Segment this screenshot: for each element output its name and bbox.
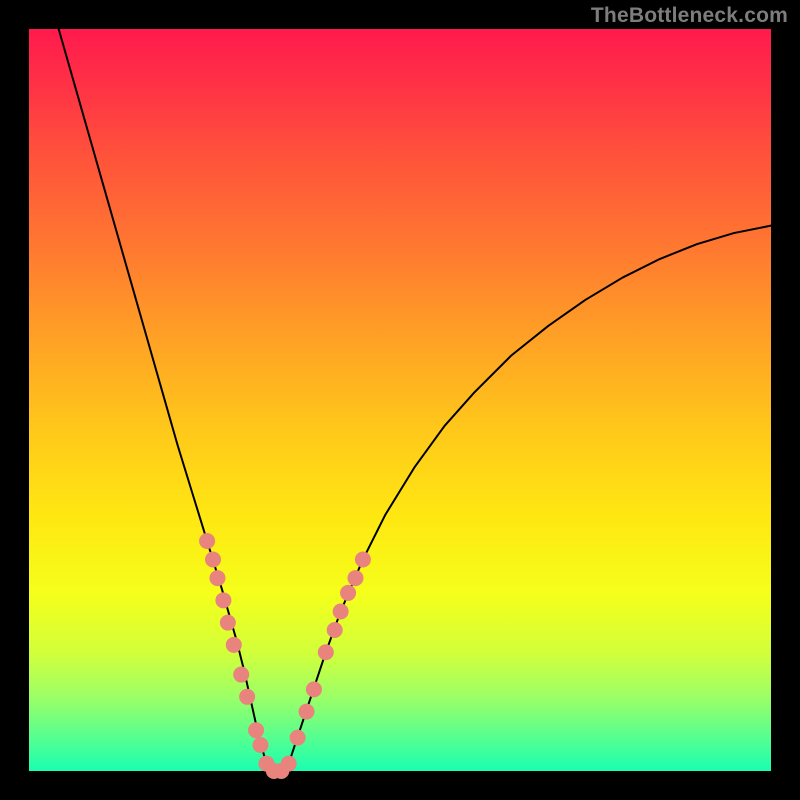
data-marker <box>209 570 225 586</box>
data-marker <box>253 737 269 753</box>
data-marker <box>318 644 334 660</box>
data-marker <box>239 689 255 705</box>
data-marker <box>327 622 343 638</box>
data-marker <box>340 585 356 601</box>
data-marker <box>355 552 371 568</box>
data-marker <box>281 756 297 772</box>
data-marker <box>290 730 306 746</box>
data-marker <box>205 552 221 568</box>
data-marker <box>199 533 215 549</box>
data-marker <box>233 667 249 683</box>
chart-plot <box>29 29 771 771</box>
watermark-text: TheBottleneck.com <box>591 4 788 28</box>
data-marker <box>215 592 231 608</box>
data-marker <box>226 637 242 653</box>
bottleneck-curve-line <box>59 29 771 771</box>
data-marker <box>299 704 315 720</box>
data-marker <box>306 681 322 697</box>
data-marker <box>248 722 264 738</box>
data-marker <box>220 615 236 631</box>
data-marker <box>347 570 363 586</box>
data-marker <box>333 603 349 619</box>
